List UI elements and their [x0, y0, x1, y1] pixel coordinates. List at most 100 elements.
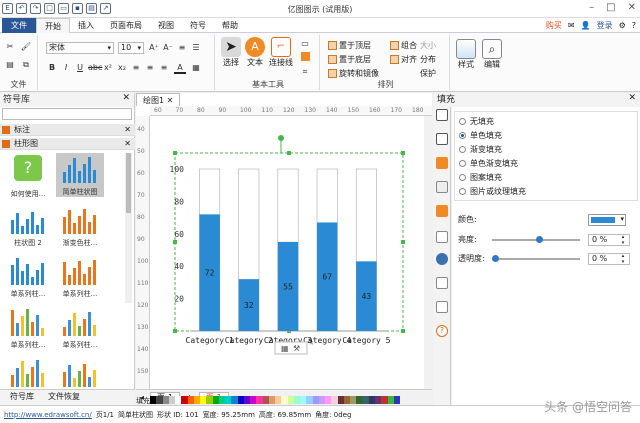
menu-home[interactable]: 开始 — [36, 17, 70, 33]
open-file-icon[interactable]: ▭ — [58, 3, 69, 14]
align-right-icon[interactable]: ≡ — [158, 62, 170, 74]
shadow-panel-icon[interactable] — [436, 157, 448, 169]
category-callout[interactable]: 标注 ✕ — [0, 124, 135, 136]
undo-icon[interactable]: ↶ — [16, 3, 27, 14]
buy-link[interactable]: 购买 — [546, 20, 562, 31]
menu-help[interactable]: 帮助 — [214, 18, 246, 33]
export-icon[interactable]: ↗ — [100, 3, 111, 14]
align-left-icon[interactable]: ≡ — [130, 62, 142, 74]
share-icon[interactable]: ✉ — [568, 21, 575, 30]
library-scrollbar[interactable] — [125, 153, 132, 303]
line-panel-icon[interactable] — [436, 133, 448, 145]
library-shape[interactable]: 单系列柱... — [56, 255, 104, 299]
library-shape[interactable]: 渐变色柱... — [56, 204, 104, 248]
bring-front-button[interactable]: 置于顶层 — [328, 40, 371, 51]
settings-icon[interactable]: ⚙ — [619, 21, 626, 30]
fill-panel-icon[interactable] — [436, 109, 448, 121]
align-center-icon[interactable]: ≡ — [144, 62, 156, 74]
hyperlink-icon[interactable] — [436, 253, 448, 265]
library-close-icon[interactable]: ✕ — [122, 93, 130, 103]
library-shape[interactable]: 简单柱状图 — [56, 153, 104, 197]
fill-panel-close-icon[interactable]: ✕ — [628, 93, 636, 103]
superscript-icon[interactable]: x² — [102, 62, 114, 74]
connector-tool[interactable]: ⌐ 连接线 — [267, 37, 295, 68]
radio-icon[interactable] — [459, 160, 466, 167]
help-icon[interactable]: ? — [632, 21, 636, 30]
library-shape[interactable]: 单系列柱... — [4, 255, 52, 299]
login-link[interactable]: 登录 — [597, 20, 613, 31]
increase-font-icon[interactable]: A⁺ — [148, 42, 160, 54]
menu-insert[interactable]: 插入 — [70, 18, 102, 33]
radio-icon[interactable] — [459, 146, 466, 153]
strikethrough-icon[interactable]: abc — [88, 62, 102, 74]
text-tool[interactable]: A 文本 — [243, 37, 267, 68]
radio-icon[interactable] — [459, 132, 466, 139]
close-icon[interactable]: ✕ — [628, 2, 636, 13]
send-back-button[interactable]: 置于底层 — [328, 54, 371, 65]
bar-chart[interactable]: 2040608010072Category 132Category 255Cat… — [150, 116, 422, 389]
menu-page-layout[interactable]: 页面布局 — [102, 18, 150, 33]
save-icon[interactable]: ▪ — [72, 3, 83, 14]
document-tab-close-icon[interactable]: ✕ — [167, 96, 174, 105]
help-panel-icon[interactable]: ? — [436, 325, 448, 337]
style-button[interactable]: 样式 — [454, 39, 478, 70]
canvas-vertical-scrollbar[interactable] — [424, 116, 432, 389]
copy-icon[interactable]: ⧉ — [20, 59, 32, 71]
brightness-slider[interactable] — [492, 236, 580, 243]
page-panel-icon[interactable] — [436, 231, 448, 243]
highlight-icon[interactable]: ▦ — [190, 62, 202, 74]
transparency-slider[interactable] — [492, 255, 580, 262]
brightness-input[interactable]: 0 % — [588, 234, 630, 246]
library-shape[interactable]: ? 如何使用... — [4, 153, 52, 199]
minimize-icon[interactable]: – — [589, 2, 594, 13]
note-icon[interactable] — [436, 277, 448, 289]
tab-symbol-library[interactable]: 符号库 — [10, 390, 34, 405]
website-link[interactable]: http://www.edrawsoft.cn/ — [4, 411, 92, 419]
menu-file[interactable]: 文件 — [2, 17, 36, 33]
format-painter-icon[interactable]: 🖌 — [20, 41, 32, 53]
library-search-input[interactable] — [2, 108, 132, 120]
edit-button[interactable]: ⌕ 编辑 — [480, 39, 504, 70]
shape-orange-rect-icon[interactable] — [299, 52, 311, 64]
size-button[interactable]: 大小 — [420, 40, 436, 51]
fill-option[interactable]: 渐变填充 — [459, 144, 502, 156]
radio-icon[interactable] — [459, 174, 466, 181]
maximize-icon[interactable]: □ — [606, 2, 615, 13]
tab-file-recovery[interactable]: 文件恢复 — [48, 390, 80, 405]
category-bar-chart[interactable]: 柱形图 ✕ — [0, 138, 135, 150]
paste-icon[interactable]: ▤ — [4, 59, 16, 71]
fill-option[interactable]: 单色渐变填充 — [459, 158, 518, 170]
font-color-icon[interactable]: A — [174, 62, 186, 74]
underline-icon[interactable]: U — [74, 62, 86, 74]
fill-option[interactable]: 单色填充 — [459, 130, 502, 142]
menu-view[interactable]: 视图 — [150, 18, 182, 33]
bullet-list-icon[interactable]: ☰ — [190, 42, 202, 54]
redo-icon[interactable]: ↷ — [30, 3, 41, 14]
palette-swatch[interactable] — [393, 396, 400, 404]
decrease-font-icon[interactable]: A⁻ — [162, 42, 174, 54]
fill-option[interactable]: 图案填充 — [459, 172, 502, 184]
crop-icon[interactable]: ⌗ — [299, 66, 311, 78]
transparency-input[interactable]: 0 % — [588, 253, 630, 265]
menu-symbol[interactable]: 符号 — [182, 18, 214, 33]
library-shape[interactable]: 单系列柱... — [56, 306, 104, 350]
library-shape[interactable]: 柱状图 2 — [4, 204, 52, 248]
align-button[interactable]: 对齐 — [390, 54, 417, 65]
subscript-icon[interactable]: x₂ — [116, 62, 128, 74]
select-tool[interactable]: ➤ 选择 — [219, 37, 243, 68]
comment-icon[interactable] — [436, 301, 448, 313]
italic-icon[interactable]: I — [60, 62, 72, 74]
library-scroll-thumb[interactable] — [126, 153, 131, 213]
category-callout-close-icon[interactable]: ✕ — [124, 124, 131, 136]
shape-rect-icon[interactable]: ▭ — [299, 38, 311, 50]
font-family-combo[interactable]: 宋体 — [46, 42, 114, 54]
fill-option[interactable]: 无填充 — [459, 116, 494, 128]
distribute-button[interactable]: 分布 — [420, 54, 436, 65]
cut-icon[interactable]: ✂ — [4, 41, 16, 53]
color-picker[interactable]: ▾ — [588, 214, 626, 226]
fill-option[interactable]: 图片或纹理填充 — [459, 186, 526, 198]
drawing-page[interactable]: 20 40 60 80 100 72 Category 1 32 Category 2 55 Cat… — [150, 116, 422, 389]
document-tab[interactable]: 绘图1 ✕ — [136, 93, 181, 106]
line-spacing-icon[interactable]: ≡ — [176, 42, 188, 54]
user-icon[interactable]: 👤 — [581, 21, 591, 30]
